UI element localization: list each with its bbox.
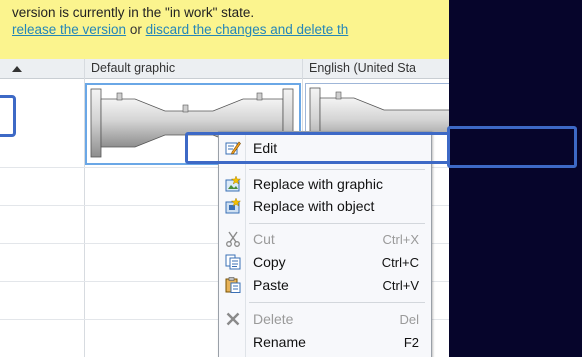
paste-icon (225, 277, 241, 293)
menu-separator (249, 169, 425, 170)
menu-label: Rename (253, 334, 306, 350)
annotation-highlight-box (0, 95, 16, 137)
menu-item-copy[interactable]: Copy Ctrl+C (219, 251, 431, 273)
screenshot-area: version is currently in the "in work" st… (0, 0, 449, 357)
annotation-callout-box (447, 126, 577, 168)
replace-graphic-icon (225, 176, 241, 192)
column-header-english[interactable]: English (United Sta (303, 59, 449, 79)
context-menu: Edit Replace with graphic Replace with o… (218, 131, 432, 357)
replace-object-icon (225, 198, 241, 214)
menu-label: Replace with graphic (253, 176, 383, 192)
menu-label: Copy (253, 254, 286, 270)
menu-item-delete[interactable]: Delete Del (219, 308, 431, 330)
notice-separator: or (129, 22, 142, 37)
menu-item-rename[interactable]: Rename F2 (219, 331, 431, 353)
sort-ascending-icon (12, 66, 22, 72)
menu-item-replace-with-object[interactable]: Replace with object (219, 195, 431, 217)
menu-shortcut: Ctrl+X (382, 232, 419, 247)
release-version-link[interactable]: release the version (12, 22, 126, 37)
notice-bar: version is currently in the "in work" st… (0, 0, 449, 59)
notice-text: version is currently in the "in work" st… (12, 5, 255, 20)
scissors-icon (226, 231, 240, 247)
menu-item-paste[interactable]: Paste Ctrl+V (219, 274, 431, 296)
delete-x-icon (226, 312, 240, 326)
menu-item-cut[interactable]: Cut Ctrl+X (219, 228, 431, 250)
notice-actions: release the version or discard the chang… (12, 22, 348, 37)
annotation-highlight-edit (185, 132, 450, 164)
menu-shortcut: F2 (403, 335, 419, 350)
column-header-default-graphic[interactable]: Default graphic (85, 59, 302, 79)
menu-shortcut: Del (399, 312, 419, 327)
menu-shortcut: Ctrl+V (382, 278, 419, 293)
discard-changes-link[interactable]: discard the changes and delete th (146, 22, 349, 37)
menu-label: Cut (253, 231, 275, 247)
menu-separator (249, 223, 425, 224)
menu-label: Replace with object (253, 198, 375, 214)
menu-label: Paste (253, 277, 289, 293)
copy-icon (225, 254, 241, 270)
menu-separator (249, 302, 425, 303)
menu-label: Delete (253, 311, 294, 327)
menu-item-replace-with-graphic[interactable]: Replace with graphic (219, 173, 431, 195)
menu-shortcut: Ctrl+C (381, 255, 419, 270)
